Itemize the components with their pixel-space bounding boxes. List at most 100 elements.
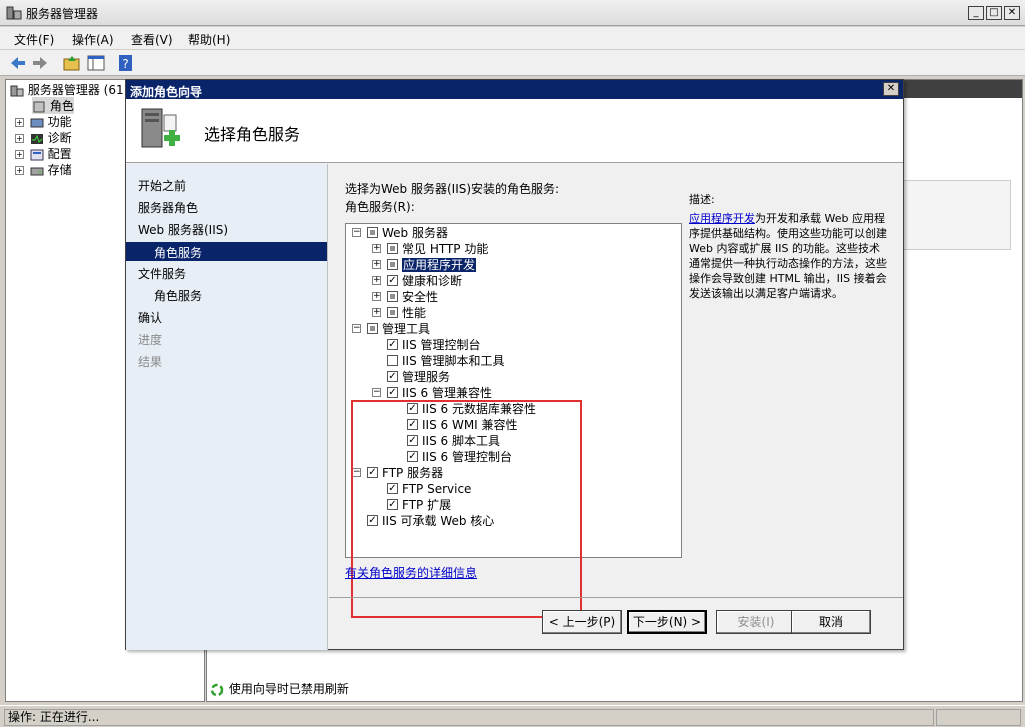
tree-row[interactable]: − Web 服务器	[352, 225, 448, 241]
expand-icon[interactable]: +	[372, 260, 381, 269]
role-service-checkbox[interactable]	[387, 259, 398, 270]
tree-row[interactable]: ✓ IIS 管理控制台	[372, 337, 481, 353]
expand-icon[interactable]: +	[15, 118, 24, 127]
collapse-icon[interactable]: −	[352, 228, 361, 237]
tree-row[interactable]: + 应用程序开发	[372, 257, 477, 273]
refresh-status-text: 使用向导时已禁用刷新	[228, 682, 349, 696]
role-service-label: 安全性	[402, 290, 439, 304]
title-bar: 服务器管理器 _ □ ✕	[0, 0, 1025, 26]
refresh-icon	[210, 683, 224, 696]
role-service-checkbox[interactable]	[367, 227, 378, 238]
step-web-server-iis[interactable]: Web 服务器(IIS)	[138, 221, 228, 238]
expand-icon[interactable]: +	[372, 276, 381, 285]
tree-row[interactable]: IIS 管理脚本和工具	[372, 353, 505, 369]
menu-view[interactable]: 查看(V)	[131, 31, 173, 48]
tree-row[interactable]: + 安全性	[372, 289, 438, 305]
role-service-checkbox[interactable]: ✓	[387, 339, 398, 350]
step-label: 角色服务	[154, 246, 203, 260]
role-service-label: 健康和诊断	[402, 274, 463, 288]
add-server-role-icon	[141, 108, 180, 148]
forward-icon[interactable]	[30, 53, 50, 73]
step-server-roles[interactable]: 服务器角色	[138, 199, 198, 216]
step-results: 结果	[138, 355, 163, 369]
show-hide-tree-icon[interactable]	[86, 53, 106, 73]
status-bar: 操作: 正在进行...	[0, 705, 1025, 727]
button-separator	[329, 597, 903, 598]
back-icon[interactable]	[8, 53, 28, 73]
tree-row[interactable]: ✓ 管理服务	[372, 369, 450, 385]
next-button[interactable]: 下一步(N) >	[627, 610, 707, 634]
step-file-role-services[interactable]: 角色服务	[154, 287, 202, 304]
step-before-you-begin[interactable]: 开始之前	[138, 177, 186, 194]
tree-root-label: 服务器管理器 (61	[27, 83, 124, 97]
tree-row[interactable]: + ✓ 健康和诊断	[372, 273, 462, 289]
help-icon[interactable]: ?	[116, 53, 136, 73]
minimize-button[interactable]: _	[968, 6, 984, 20]
step-role-services-selected[interactable]: 角色服务	[126, 242, 327, 261]
menu-file[interactable]: 文件(F)	[14, 31, 54, 48]
tree-row[interactable]: + 性能	[372, 305, 426, 321]
tree-item-storage[interactable]: + 存储	[15, 161, 72, 178]
tree-row[interactable]: − 管理工具	[352, 321, 430, 337]
menu-bar: 文件(F) 操作(A) 查看(V) 帮助(H)	[0, 27, 1025, 49]
diagnostics-icon	[30, 133, 43, 144]
role-service-label: 常见 HTTP 功能	[402, 242, 489, 256]
tree-item-label: 配置	[47, 147, 72, 161]
window-title: 服务器管理器	[26, 7, 99, 21]
collapse-icon[interactable]: −	[372, 388, 381, 397]
status-panel	[936, 709, 1021, 726]
tree-item-label: 存储	[47, 163, 72, 177]
close-button[interactable]: ✕	[1004, 6, 1020, 20]
expand-icon[interactable]: +	[372, 308, 381, 317]
step-file-services[interactable]: 文件服务	[138, 265, 186, 282]
tree-item-roles[interactable]: 角色	[32, 97, 74, 114]
role-service-checkbox[interactable]	[387, 307, 398, 318]
expand-icon[interactable]: +	[372, 244, 381, 253]
maximize-button[interactable]: □	[986, 6, 1002, 20]
tree-row[interactable]: − ✓ IIS 6 管理兼容性	[372, 385, 492, 401]
step-progress: 进度	[138, 333, 163, 347]
server-manager-window: 服务器管理器 _ □ ✕ 文件(F) 操作(A) 查看(V) 帮助(H) ? 服…	[0, 0, 1025, 727]
expand-icon[interactable]: +	[15, 134, 24, 143]
roles-icon	[33, 101, 45, 112]
tree-item-label: 诊断	[47, 131, 72, 145]
menu-action[interactable]: 操作(A)	[72, 31, 114, 48]
role-service-checkbox[interactable]: ✓	[387, 275, 398, 286]
add-roles-wizard: 添加角色向导 ✕ 选择角色服务 开始之前 服务器角色 Web 服务器(IIS) …	[125, 79, 904, 650]
role-service-label: IIS 管理控制台	[402, 338, 481, 352]
expand-icon[interactable]: +	[15, 166, 24, 175]
storage-icon	[30, 167, 44, 175]
configuration-icon	[30, 149, 44, 160]
instruction-text: 选择为Web 服务器(IIS)安装的角色服务:	[345, 182, 560, 196]
expand-icon[interactable]: +	[15, 150, 24, 159]
tree-row[interactable]: + 常见 HTTP 功能	[372, 241, 488, 257]
role-service-label: 性能	[402, 306, 427, 320]
role-service-checkbox[interactable]	[387, 291, 398, 302]
up-folder-icon[interactable]	[62, 53, 82, 73]
role-service-checkbox[interactable]: ✓	[387, 371, 398, 382]
step-confirmation[interactable]: 确认	[138, 309, 162, 326]
dialog-header: 选择角色服务	[126, 99, 903, 163]
previous-button[interactable]: < 上一步(P)	[542, 610, 622, 634]
collapse-icon[interactable]: −	[352, 324, 361, 333]
role-services-label: 角色服务(R):	[345, 200, 415, 214]
description-text: 为开发和承载 Web 应用程序提供基础结构。使用这些功能可以创建 Web 内容或…	[689, 212, 887, 300]
role-service-label: IIS 管理脚本和工具	[402, 354, 505, 368]
role-service-checkbox[interactable]: ✓	[387, 387, 398, 398]
dialog-close-button[interactable]: ✕	[883, 82, 899, 96]
cancel-button[interactable]: 取消	[791, 610, 871, 634]
role-service-checkbox[interactable]	[387, 355, 398, 366]
status-text: 操作: 正在进行...	[4, 709, 934, 726]
highlight-annotation	[351, 400, 582, 618]
menu-help[interactable]: 帮助(H)	[188, 31, 230, 48]
role-service-checkbox[interactable]	[367, 323, 378, 334]
tree-item-diagnostics[interactable]: + 诊断	[15, 129, 72, 146]
expand-icon[interactable]: +	[372, 292, 381, 301]
tree-root[interactable]: 服务器管理器 (61	[10, 81, 124, 98]
tree-item-configuration[interactable]: + 配置	[15, 145, 72, 162]
role-service-label: 应用程序开发	[402, 258, 477, 272]
tree-item-features[interactable]: + 功能	[15, 113, 72, 130]
more-info-link[interactable]: 有关角色服务的详细信息	[345, 564, 477, 581]
role-service-checkbox[interactable]	[387, 243, 398, 254]
description-link[interactable]: 应用程序开发	[689, 212, 755, 225]
